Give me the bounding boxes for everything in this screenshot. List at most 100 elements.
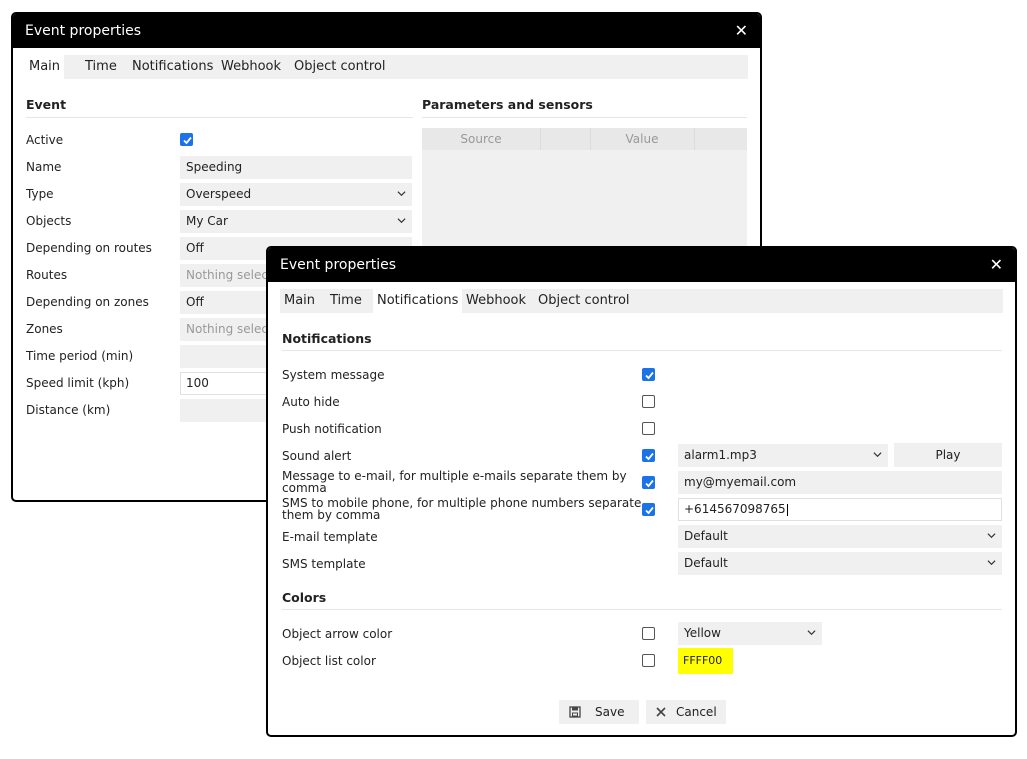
play-button[interactable]: Play	[894, 443, 1002, 467]
sms-input-value: +614567098765	[684, 502, 786, 516]
close-icon[interactable]: ✕	[735, 21, 748, 40]
sms-label: SMS to mobile phone, for multiple phone …	[282, 497, 641, 521]
email-template-label: E-mail template	[282, 530, 378, 544]
close-icon[interactable]: ✕	[990, 255, 1003, 274]
params-table-body[interactable]	[422, 150, 747, 250]
objects-label: Objects	[26, 214, 72, 228]
check-icon	[645, 452, 654, 461]
email-label-line2: comma	[282, 481, 327, 495]
name-label: Name	[26, 160, 62, 174]
push-notification-checkbox[interactable]	[642, 422, 655, 435]
distance-label: Distance (km)	[26, 403, 111, 417]
dialog-title: Event properties	[280, 257, 396, 273]
sound-alert-label: Sound alert	[282, 449, 352, 463]
tab-object-control[interactable]: Object control	[290, 55, 390, 79]
check-icon	[645, 371, 654, 380]
email-checkbox[interactable]	[642, 476, 655, 489]
chevron-down-icon	[397, 191, 406, 197]
chevron-down-icon	[987, 560, 996, 566]
divider	[26, 117, 413, 118]
sms-checkbox[interactable]	[642, 503, 655, 516]
dialog-titlebar: Event properties ✕	[268, 248, 1015, 282]
tab-time[interactable]: Time	[326, 289, 366, 313]
sound-alert-checkbox[interactable]	[642, 449, 655, 462]
check-icon	[183, 136, 192, 145]
column-header-value: Value	[625, 132, 659, 146]
section-heading-notifications: Notifications	[282, 331, 372, 346]
x-icon	[656, 707, 666, 717]
tab-time[interactable]: Time	[81, 55, 121, 79]
routes-label: Routes	[26, 268, 68, 282]
auto-hide-checkbox[interactable]	[642, 395, 655, 408]
sms-input[interactable]: +614567098765	[678, 498, 1002, 521]
tab-object-control[interactable]: Object control	[534, 289, 634, 313]
column-header-source: Source	[460, 132, 502, 146]
sms-template-value: Default	[684, 556, 728, 570]
object-list-color-checkbox[interactable]	[642, 654, 655, 667]
name-input[interactable]: Speeding	[180, 156, 412, 179]
objects-select-value: My Car	[186, 214, 228, 228]
email-label-line1: Message to e-mail, for multiple e-mails …	[282, 469, 627, 483]
auto-hide-label: Auto hide	[282, 395, 340, 409]
object-list-color-swatch[interactable]: FFFF00	[678, 648, 733, 674]
tab-notifications[interactable]: Notifications	[373, 289, 463, 313]
save-button-label: Save	[595, 705, 625, 719]
tab-bar: Main Time Notifications Webhook Object c…	[280, 289, 1003, 313]
params-table-header: Source Value	[422, 128, 747, 150]
type-select[interactable]: Overspeed	[180, 183, 412, 206]
depending-on-zones-label: Depending on zones	[26, 295, 149, 309]
sound-alert-select[interactable]: alarm1.mp3	[678, 444, 888, 467]
tab-notifications[interactable]: Notifications	[128, 55, 217, 79]
sound-alert-value: alarm1.mp3	[684, 448, 757, 462]
system-message-checkbox[interactable]	[642, 368, 655, 381]
divider	[422, 117, 747, 118]
tab-bar: Main Time Notifications Webhook Object c…	[25, 55, 748, 79]
object-list-color-label: Object list color	[282, 654, 376, 668]
divider	[282, 350, 1002, 351]
dialog-title: Event properties	[25, 23, 141, 39]
system-message-label: System message	[282, 368, 385, 382]
column-separator	[540, 128, 541, 150]
save-button[interactable]: Save	[559, 700, 639, 724]
active-label: Active	[26, 133, 64, 147]
email-template-value: Default	[684, 529, 728, 543]
email-input[interactable]: my@myemail.com	[678, 471, 1002, 494]
chevron-down-icon	[807, 630, 816, 636]
tab-main[interactable]: Main	[25, 55, 65, 79]
column-separator	[694, 128, 695, 150]
email-template-select[interactable]: Default	[678, 525, 1002, 548]
chevron-down-icon	[873, 452, 882, 458]
text-cursor	[786, 503, 788, 516]
email-label: Message to e-mail, for multiple e-mails …	[282, 470, 627, 494]
active-checkbox[interactable]	[180, 133, 193, 146]
tab-main[interactable]: Main	[280, 289, 319, 313]
cancel-button[interactable]: Cancel	[646, 700, 726, 724]
cancel-button-label: Cancel	[676, 705, 717, 719]
sms-template-select[interactable]: Default	[678, 552, 1002, 575]
event-properties-dialog: Event properties ✕ Main Time Notificatio…	[266, 246, 1017, 737]
object-arrow-color-value: Yellow	[684, 626, 721, 640]
chevron-down-icon	[397, 218, 406, 224]
depending-on-routes-label: Depending on routes	[26, 241, 152, 255]
check-icon	[645, 479, 654, 488]
push-notification-label: Push notification	[282, 422, 382, 436]
objects-select[interactable]: My Car	[180, 210, 412, 233]
zones-label: Zones	[26, 322, 63, 336]
time-period-label: Time period (min)	[26, 349, 134, 363]
section-heading-event: Event	[26, 97, 67, 112]
tab-webhook[interactable]: Webhook	[462, 289, 530, 313]
section-heading-colors: Colors	[282, 590, 327, 605]
chevron-down-icon	[987, 533, 996, 539]
tab-webhook[interactable]: Webhook	[217, 55, 285, 79]
depending-on-routes-value: Off	[186, 241, 204, 255]
type-select-value: Overspeed	[186, 187, 252, 201]
object-arrow-color-select[interactable]: Yellow	[678, 622, 822, 645]
section-heading-parameters: Parameters and sensors	[422, 97, 593, 112]
type-label: Type	[26, 187, 54, 201]
dialog-titlebar: Event properties ✕	[13, 14, 760, 48]
check-icon	[645, 506, 654, 515]
sms-label-line2: them by comma	[282, 508, 381, 522]
object-arrow-color-checkbox[interactable]	[642, 627, 655, 640]
divider	[282, 609, 1002, 610]
sms-template-label: SMS template	[282, 557, 366, 571]
